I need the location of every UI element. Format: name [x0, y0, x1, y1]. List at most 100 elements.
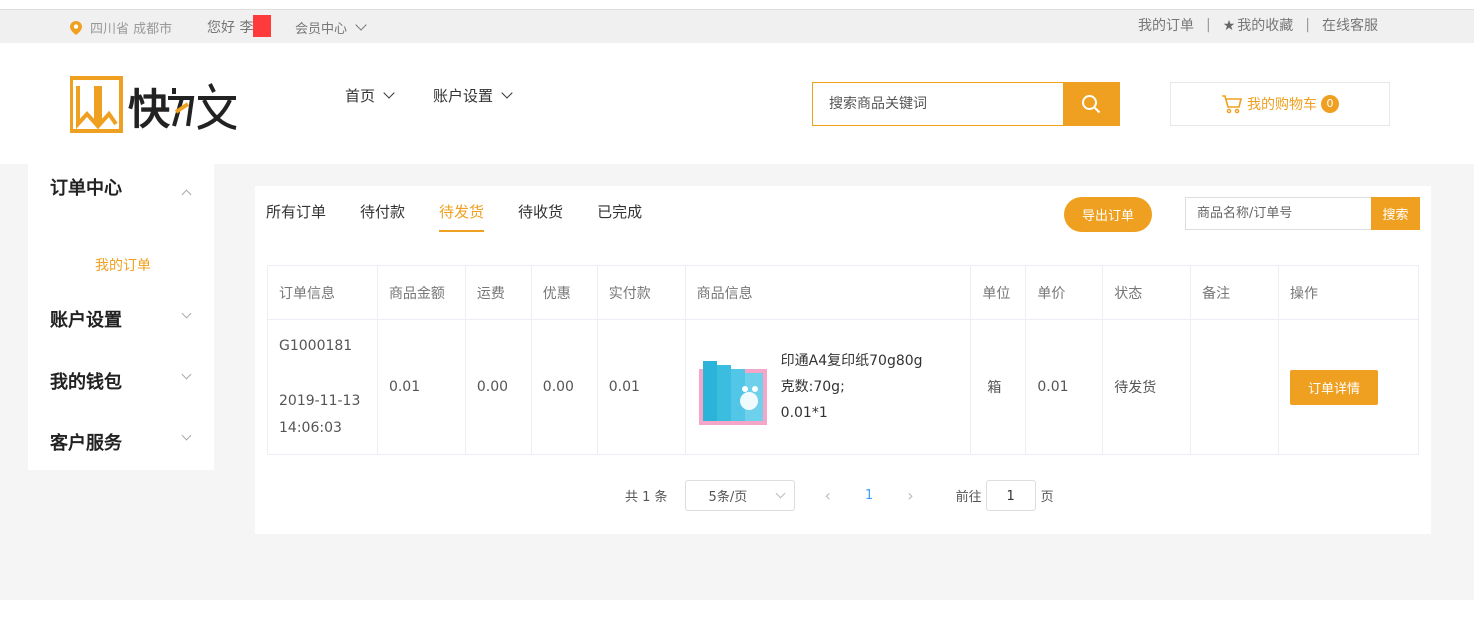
- unit-price-cell: 0.01: [1025, 319, 1104, 455]
- column-header: 操作: [1278, 265, 1419, 320]
- sidebar-group-wallet[interactable]: 我的钱包: [50, 368, 122, 394]
- location-pin-icon: [70, 20, 82, 35]
- my-favorites-link[interactable]: ★ 我的收藏: [1223, 15, 1294, 35]
- top-bar: 四川省 成都市 您好 李 会员中心 我的订单 | ★ 我的收藏 | 在线客服: [0, 10, 1474, 43]
- order-time: 14:06:03: [279, 420, 342, 436]
- page-suffix: 页: [1040, 490, 1054, 505]
- nav-item-home[interactable]: 首页: [345, 85, 395, 106]
- member-center-label: 会员中心: [295, 22, 348, 37]
- tab-pending-payment[interactable]: 待付款: [360, 201, 405, 232]
- sidebar-group-account-settings[interactable]: 账户设置: [50, 306, 122, 332]
- column-header: 单位: [970, 265, 1027, 320]
- chevron-down-icon[interactable]: [181, 308, 192, 319]
- goto-label: 前往: [955, 490, 982, 505]
- sidebar-group-label: 客户服务: [50, 433, 122, 454]
- sidebar-group-order-center[interactable]: 订单中心: [50, 174, 122, 200]
- remark-cell: [1190, 319, 1280, 455]
- product-info-cell: 印通A4复印纸70g80g 克数:70g; 0.01*1: [684, 319, 972, 455]
- chevron-down-icon: [383, 86, 395, 99]
- cart-icon: [1222, 95, 1243, 114]
- order-search: 搜索: [1185, 197, 1420, 230]
- product-quantity: 0.01*1: [780, 405, 828, 421]
- member-center-menu[interactable]: 会员中心: [295, 18, 367, 37]
- nav-item-label: 首页: [345, 87, 376, 105]
- column-header: 单价: [1025, 265, 1104, 320]
- main-nav: 首页 账户设置: [345, 85, 513, 106]
- logo[interactable]: 快: [70, 76, 240, 136]
- sidebar-item-my-orders[interactable]: 我的订单: [95, 255, 151, 275]
- order-number: G1000181: [279, 338, 353, 354]
- location-text: 四川省 成都市: [90, 22, 173, 37]
- product-image[interactable]: [696, 347, 769, 427]
- top-links: 我的订单 | ★ 我的收藏 | 在线客服: [1138, 15, 1378, 35]
- pagination: 共 1 条 5条/页 ‹ 1 › 前往 1 页: [625, 480, 1054, 511]
- table-row: G1000181 2019-11-13 14:06:03 0.01 0.00 0…: [267, 319, 1419, 455]
- tab-all-orders[interactable]: 所有订单: [266, 201, 326, 232]
- paid-cell: 0.01: [596, 319, 686, 455]
- cart-button[interactable]: 我的购物车 0: [1170, 82, 1390, 126]
- order-details-button[interactable]: 订单详情: [1290, 369, 1379, 405]
- search-icon: [1082, 95, 1101, 114]
- greeting: 您好 李: [207, 15, 272, 39]
- column-header: 订单信息: [267, 265, 378, 320]
- order-search-button[interactable]: 搜索: [1371, 197, 1420, 230]
- chevron-down-icon[interactable]: [181, 430, 192, 441]
- header: 快 首页 账户设置 我的购物车 0: [0, 43, 1474, 164]
- product-search-input[interactable]: [813, 83, 1063, 125]
- star-icon: ★: [1222, 18, 1236, 34]
- export-orders-button[interactable]: 导出订单: [1064, 197, 1152, 232]
- column-header: 备注: [1190, 265, 1280, 320]
- divider: |: [1206, 17, 1211, 33]
- order-tabs: 所有订单 待付款 待发货 待收货 已完成: [266, 201, 676, 232]
- chevron-down-icon[interactable]: [181, 369, 192, 380]
- goods-amount-cell: 0.01: [376, 319, 466, 455]
- column-header: 运费: [464, 265, 532, 320]
- location[interactable]: 四川省 成都市: [70, 18, 172, 37]
- redacted-username: [253, 15, 272, 37]
- chevron-down-icon: [501, 86, 513, 99]
- table-header-row: 订单信息 商品金额 运费 优惠 实付款 商品信息 单位 单价 状态 备注 操作: [267, 265, 1419, 320]
- nav-item-account-settings[interactable]: 账户设置: [433, 85, 513, 106]
- column-header: 状态: [1102, 265, 1192, 320]
- cart-label: 我的购物车: [1247, 97, 1317, 113]
- order-info-cell: G1000181 2019-11-13 14:06:03: [267, 319, 378, 455]
- my-favorites-label: 我的收藏: [1237, 18, 1294, 34]
- tab-pending-shipment[interactable]: 待发货: [439, 201, 485, 232]
- page-size-select[interactable]: 5条/页: [684, 480, 795, 511]
- my-orders-link[interactable]: 我的订单: [1138, 15, 1194, 35]
- column-header: 商品金额: [376, 265, 466, 320]
- online-service-link[interactable]: 在线客服: [1322, 15, 1378, 35]
- status-cell: 待发货: [1102, 319, 1192, 455]
- svg-text:快: 快: [128, 85, 171, 134]
- column-header: 优惠: [530, 265, 598, 320]
- chevron-down-icon: [355, 18, 367, 31]
- next-page-icon[interactable]: ›: [907, 486, 913, 505]
- tab-pending-receipt[interactable]: 待收货: [518, 201, 563, 232]
- sidebar-group-label: 账户设置: [50, 310, 122, 331]
- sidebar-group-customer-service[interactable]: 客户服务: [50, 429, 122, 455]
- divider: |: [1305, 17, 1310, 33]
- chevron-up-icon[interactable]: [181, 189, 192, 200]
- greeting-text: 您好 李: [207, 20, 254, 36]
- product-search: [812, 82, 1120, 126]
- product-name[interactable]: 印通A4复印纸70g80g: [781, 348, 923, 374]
- total-count: 共 1 条: [625, 490, 668, 505]
- prev-page-icon[interactable]: ‹: [825, 486, 831, 505]
- product-search-button[interactable]: [1063, 83, 1119, 125]
- order-date: 2019-11-13: [279, 393, 361, 409]
- shipping-cell: 0.00: [464, 319, 532, 455]
- sidebar: 订单中心 我的订单 账户设置 我的钱包 客户服务: [28, 164, 214, 470]
- chevron-down-icon: [775, 488, 785, 499]
- column-header: 商品信息: [684, 265, 972, 320]
- sidebar-group-label: 我的钱包: [50, 372, 122, 393]
- page-size-value: 5条/页: [708, 490, 748, 505]
- orders-table: 订单信息 商品金额 运费 优惠 实付款 商品信息 单位 单价 状态 备注 操作 …: [267, 265, 1419, 455]
- action-cell: 订单详情: [1278, 319, 1419, 455]
- goto-page-input[interactable]: 1: [985, 480, 1036, 511]
- unit-cell: 箱: [970, 319, 1027, 455]
- page-number[interactable]: 1: [865, 488, 873, 503]
- column-header: 实付款: [596, 265, 686, 320]
- order-search-input[interactable]: [1186, 198, 1371, 229]
- tab-completed[interactable]: 已完成: [597, 201, 642, 232]
- browser-toolbar-strip: [0, 0, 1474, 10]
